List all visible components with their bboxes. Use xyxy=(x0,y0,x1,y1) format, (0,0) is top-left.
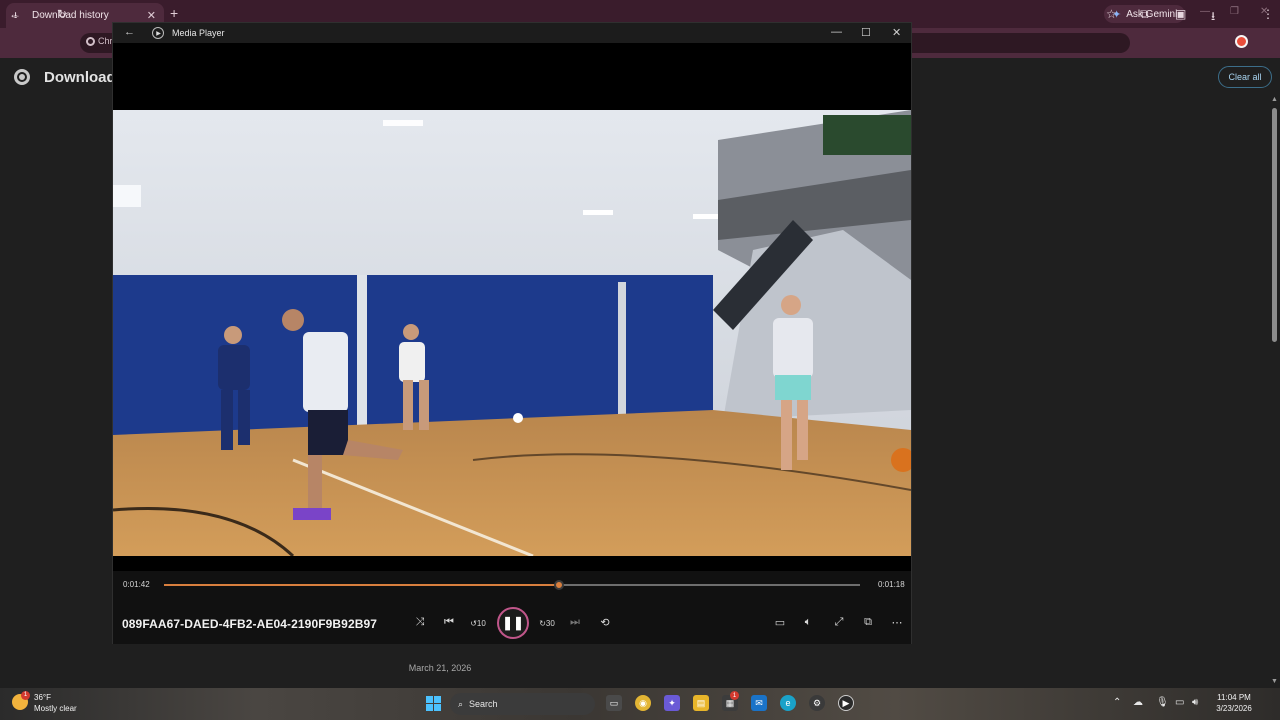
previous-icon[interactable]: ⏮ xyxy=(441,616,457,629)
pause-icon: ❚❚ xyxy=(502,615,524,630)
media-player-titlebar[interactable]: ← ▶ Media Player — ☐ ✕ xyxy=(113,23,911,43)
media-file-name: 089FAA67-DAED-4FB2-AE04-2190F9B92B97 xyxy=(122,617,378,631)
taskbar-time[interactable]: 11:04 PM xyxy=(1212,693,1256,702)
taskbar-date[interactable]: 3/23/2026 xyxy=(1212,704,1256,713)
scroll-down-icon[interactable]: ▼ xyxy=(1271,678,1278,685)
extensions-icon[interactable]: ⧉ xyxy=(1140,7,1149,22)
forward-icon[interactable]: → xyxy=(33,7,45,21)
file-explorer-icon[interactable]: ▤ xyxy=(693,695,709,711)
seek-bar[interactable] xyxy=(164,580,860,590)
mp-maximize-icon[interactable]: ☐ xyxy=(861,26,871,39)
page-title: Download xyxy=(44,69,116,86)
remaining-time: 0:01:18 xyxy=(878,580,905,589)
search-icon: ⌕ xyxy=(458,698,464,709)
sidepanel-icon[interactable]: ▣ xyxy=(1175,7,1186,21)
weather-temperature[interactable]: 36°F xyxy=(34,693,51,702)
mp-close-icon[interactable]: ✕ xyxy=(892,26,901,39)
start-windows-icon[interactable] xyxy=(426,696,441,711)
playback-controls: 0:01:42 0:01:18 089FAA67-DAED-4FB2-AE04-… xyxy=(113,571,911,644)
media-player-taskbar-icon[interactable]: ▶ xyxy=(838,695,854,711)
reload-icon[interactable]: ↻ xyxy=(57,7,67,21)
skip-back-label: 10 xyxy=(476,619,486,628)
weather-condition[interactable]: Mostly clear xyxy=(34,704,77,713)
bookmark-star-icon[interactable]: ☆ xyxy=(1106,7,1117,21)
profile-avatar[interactable] xyxy=(1235,35,1248,48)
media-player-app-icon: ▶ xyxy=(152,27,164,39)
scroll-up-icon[interactable]: ▲ xyxy=(1271,96,1278,103)
captions-icon[interactable]: ▭ xyxy=(772,616,788,629)
skip-back-10-icon[interactable]: ↺10 xyxy=(470,619,486,628)
microphone-icon[interactable]: 🎙︎ xyxy=(1156,697,1169,708)
new-tab-button[interactable]: + xyxy=(170,5,178,21)
next-icon[interactable]: ⏭ xyxy=(567,616,583,629)
shuffle-icon[interactable]: ⤨ xyxy=(412,616,428,629)
elapsed-time: 0:01:42 xyxy=(123,580,150,589)
seek-bar-progress xyxy=(164,584,559,586)
tab-close-icon[interactable]: ✕ xyxy=(147,9,156,22)
tab-title: Download history xyxy=(32,10,109,21)
settings-app-icon[interactable]: ⚙ xyxy=(809,695,825,711)
outlook-app-icon[interactable]: ✉ xyxy=(751,695,767,711)
browser-menu-icon[interactable]: ⋮ xyxy=(1262,7,1274,21)
weather-badge: 1 xyxy=(21,691,30,700)
onedrive-icon[interactable]: ☁ xyxy=(1133,697,1143,708)
video-scene xyxy=(113,110,911,556)
chrome-app-icon[interactable]: ◉ xyxy=(635,695,651,711)
edge-app-icon[interactable]: e xyxy=(780,695,796,711)
media-player-title: Media Player xyxy=(172,28,225,38)
mp-minimize-icon[interactable]: — xyxy=(831,26,842,38)
volume-icon[interactable]: 🔈︎ xyxy=(800,616,816,629)
store-badge: 1 xyxy=(730,691,739,700)
address-text: Chr xyxy=(98,36,113,46)
mini-view-icon[interactable]: ⧉ xyxy=(860,616,876,629)
downloads-icon[interactable]: ⭳ xyxy=(1211,7,1215,28)
search-placeholder: Search xyxy=(469,699,498,709)
skip-forward-30-icon[interactable]: ↻30 xyxy=(539,619,555,628)
speaker-icon[interactable]: 🔊︎ xyxy=(1192,697,1198,708)
mp-back-icon[interactable]: ← xyxy=(124,26,135,38)
play-pause-button[interactable]: ❚❚ xyxy=(497,607,529,639)
address-bar-text[interactable]: Chr xyxy=(86,36,113,46)
task-view-icon[interactable]: ▭ xyxy=(606,695,622,711)
copilot-app-icon[interactable]: ✦ xyxy=(664,695,680,711)
media-player-window: ← ▶ Media Player — ☐ ✕ 0:01:42 0:01:18 0… xyxy=(112,22,912,644)
network-icon[interactable]: ▭ xyxy=(1175,697,1184,708)
tray-overflow-icon[interactable]: ⌃ xyxy=(1113,697,1121,708)
fullscreen-icon[interactable]: ⤢ xyxy=(831,616,847,629)
video-frame[interactable] xyxy=(113,110,911,556)
seek-bar-thumb[interactable] xyxy=(553,580,564,590)
clear-all-button[interactable]: Clear all xyxy=(1218,66,1272,88)
chrome-logo-icon xyxy=(14,69,30,85)
chrome-site-icon xyxy=(86,36,95,46)
repeat-off-icon[interactable]: ⟲ xyxy=(597,616,613,629)
back-icon[interactable]: ← xyxy=(9,7,21,21)
skip-forward-label: 30 xyxy=(545,619,555,628)
browser-minimize-icon[interactable]: — xyxy=(1200,6,1210,17)
scrollbar-thumb[interactable] xyxy=(1272,108,1277,342)
more-options-icon[interactable]: ⋯ xyxy=(889,616,905,629)
ask-gemini-label: Ask Gemini xyxy=(1126,8,1178,20)
browser-restore-icon[interactable]: ❐ xyxy=(1230,6,1239,17)
download-date-label: March 21, 2026 xyxy=(408,663,472,673)
taskbar-search-box[interactable]: ⌕ Search xyxy=(450,693,595,715)
